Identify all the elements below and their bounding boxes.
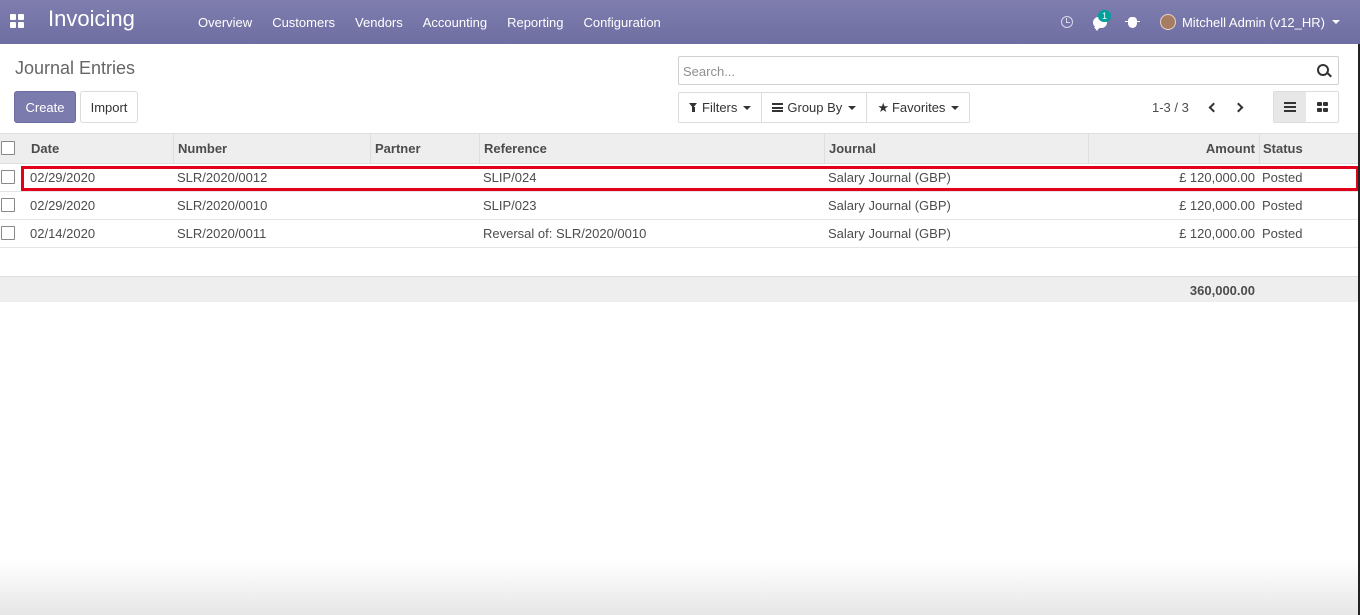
menu-accounting[interactable]: Accounting (413, 15, 497, 30)
messages-count-badge: 1 (1097, 10, 1111, 22)
top-navbar: Invoicing Overview Customers Vendors Acc… (0, 0, 1360, 44)
cell-reference: Reversal of: SLR/2020/0010 (483, 226, 647, 241)
menu-reporting[interactable]: Reporting (497, 15, 573, 30)
cell-number: SLR/2020/0012 (177, 170, 268, 185)
cell-journal: Salary Journal (GBP) (828, 170, 951, 185)
app-title[interactable]: Invoicing (48, 6, 135, 32)
cell-date: 02/29/2020 (30, 198, 96, 213)
import-button[interactable]: Import (80, 91, 138, 123)
cell-journal: Salary Journal (GBP) (828, 226, 951, 241)
header-partner[interactable]: Partner (375, 141, 421, 156)
caret-down-icon (951, 105, 960, 110)
search-box (678, 56, 1339, 85)
row-checkbox[interactable] (1, 226, 15, 240)
pager-value[interactable]: 1-3 / 3 (1152, 100, 1189, 115)
list-view-icon (1284, 102, 1296, 112)
header-journal[interactable]: Journal (829, 141, 876, 156)
filters-label: Filters (702, 100, 738, 115)
caret-down-icon (848, 105, 857, 110)
star-icon: ★ (877, 99, 889, 115)
header-reference[interactable]: Reference (484, 141, 547, 156)
table-row[interactable]: 02/29/2020 SLR/2020/0012 SLIP/024 Salary… (0, 164, 1360, 192)
cell-reference: SLIP/023 (483, 198, 537, 213)
search-icon[interactable] (1317, 64, 1329, 76)
journal-entries-table: Date Number Partner Reference Journal Am… (0, 133, 1360, 248)
menu-overview[interactable]: Overview (188, 15, 262, 30)
cell-status: Posted (1262, 198, 1303, 213)
activity-clock-icon[interactable] (1054, 0, 1080, 44)
user-menu[interactable]: Mitchell Admin (v12_HR) (1146, 0, 1360, 44)
group-by-label: Group By (787, 100, 843, 115)
avatar (1159, 14, 1176, 30)
header-amount[interactable]: Amount (1206, 141, 1255, 156)
table-footer: 360,000.00 (0, 276, 1360, 302)
cell-journal: Salary Journal (GBP) (828, 198, 951, 213)
table-row[interactable]: 02/14/2020 SLR/2020/0011 Reversal of: SL… (0, 220, 1360, 248)
cell-amount: £ 120,000.00 (1179, 170, 1255, 185)
menu-configuration[interactable]: Configuration (573, 15, 670, 30)
amount-total: 360,000.00 (1189, 283, 1255, 298)
pager-previous-button[interactable] (1201, 96, 1223, 118)
cell-amount: £ 120,000.00 (1179, 198, 1255, 213)
cell-status: Posted (1262, 226, 1303, 241)
breadcrumb: Journal Entries (15, 58, 136, 78)
group-by-button[interactable]: Group By (762, 93, 868, 122)
messages-chat-icon[interactable]: 1 (1080, 0, 1120, 44)
create-button[interactable]: Create (14, 91, 76, 123)
table-row[interactable]: 02/29/2020 SLR/2020/0010 SLIP/023 Salary… (0, 192, 1360, 220)
menu-vendors[interactable]: Vendors (345, 15, 413, 30)
chevron-down-icon (1332, 20, 1340, 24)
apps-menu-icon[interactable] (10, 14, 24, 28)
chevron-left-icon (1208, 102, 1219, 112)
favorites-button[interactable]: ★ Favorites (867, 93, 969, 122)
systray: 1 Mitchell Admin (v12_HR) (1054, 0, 1360, 44)
kanban-view-icon (1316, 102, 1328, 112)
header-number[interactable]: Number (178, 141, 227, 156)
caret-down-icon (743, 105, 752, 110)
search-options: Filters Group By ★ Favorites (678, 92, 971, 123)
group-by-bars-icon (772, 103, 784, 112)
user-name: Mitchell Admin (v12_HR) (1181, 14, 1325, 30)
header-status[interactable]: Status (1263, 141, 1303, 156)
main-menu: Overview Customers Vendors Accounting Re… (188, 0, 671, 44)
cell-date: 02/14/2020 (30, 226, 96, 241)
favorites-label: Favorites (891, 100, 946, 115)
filter-funnel-icon (689, 103, 698, 112)
kanban-view-button[interactable] (1306, 92, 1338, 122)
bottom-shade (0, 560, 1360, 615)
cell-amount: £ 120,000.00 (1179, 226, 1255, 241)
chevron-right-icon (1233, 102, 1244, 112)
filters-button[interactable]: Filters (679, 93, 763, 122)
list-view-button[interactable] (1274, 92, 1306, 122)
row-checkbox[interactable] (1, 198, 15, 212)
cell-date: 02/29/2020 (30, 170, 96, 185)
cell-number: SLR/2020/0010 (177, 198, 268, 213)
search-input[interactable] (683, 61, 1303, 81)
pager-next-button[interactable] (1229, 96, 1251, 118)
row-checkbox[interactable] (1, 170, 15, 184)
cell-status: Posted (1262, 170, 1303, 185)
menu-customers[interactable]: Customers (262, 15, 345, 30)
debug-bug-icon[interactable] (1120, 0, 1146, 44)
cell-reference: SLIP/024 (483, 170, 537, 185)
view-switcher (1273, 91, 1339, 123)
header-date[interactable]: Date (31, 141, 59, 156)
cell-number: SLR/2020/0011 (177, 226, 267, 241)
table-header: Date Number Partner Reference Journal Am… (0, 133, 1360, 164)
select-all-checkbox[interactable] (1, 141, 15, 155)
